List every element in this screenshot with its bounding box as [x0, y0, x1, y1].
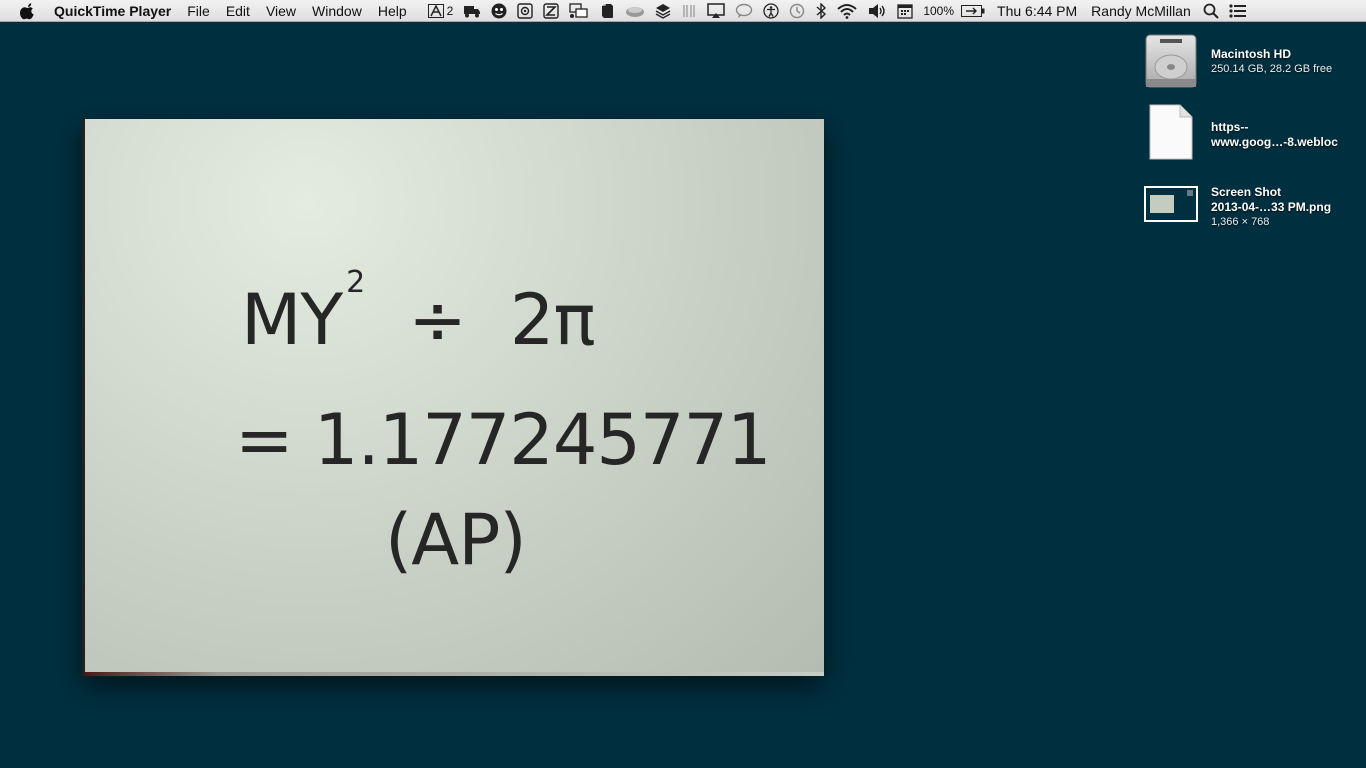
screen-share-icon[interactable] [564, 0, 594, 22]
accessibility-icon[interactable] [758, 0, 784, 22]
formula-divide-sign: ÷ [408, 279, 467, 361]
face-icon[interactable] [486, 0, 512, 22]
formula-result: = 1.177245771 [235, 399, 772, 481]
zap-icon[interactable] [538, 0, 564, 22]
truck-icon[interactable] [458, 0, 486, 22]
volume-icon[interactable] [862, 0, 892, 22]
menu-view[interactable]: View [258, 0, 304, 22]
calendar-icon[interactable] [892, 0, 918, 22]
desktop-item-screenshot[interactable]: Screen Shot 2013-04-…33 PM.png 1,366 × 7… [1144, 185, 1332, 229]
menu-bar-left: QuickTime Player File Edit View Window H… [18, 0, 1252, 22]
menu-help[interactable]: Help [370, 0, 415, 22]
spotlight-search-icon[interactable] [1198, 0, 1224, 22]
menu-window[interactable]: Window [304, 0, 370, 22]
notification-center-icon[interactable] [1224, 0, 1252, 22]
desktop-item-webloc[interactable]: https-- www.goog…-8.webloc [1144, 104, 1338, 160]
formula-line-1: MY 2 ÷ 2π [241, 265, 596, 361]
user-name[interactable]: Randy McMillan [1084, 0, 1198, 22]
desktop-item-name-line2: 2013-04-…33 PM.png [1211, 200, 1332, 214]
menu-edit[interactable]: Edit [218, 0, 258, 22]
desktop-item-name-line1: Screen Shot [1211, 185, 1282, 199]
formula-base: MY [241, 279, 343, 361]
battery-percent[interactable]: 100% [918, 0, 956, 22]
clock[interactable]: Thu 6:44 PM [990, 0, 1084, 22]
formula-abbreviation: (AP) [385, 499, 527, 581]
evernote-icon[interactable] [594, 0, 620, 22]
desktop-item-name-line1: https-- [1211, 120, 1249, 134]
menu-app-name[interactable]: QuickTime Player [54, 0, 179, 22]
menu-bar: QuickTime Player File Edit View Window H… [0, 0, 1366, 22]
document-icon [1144, 104, 1198, 160]
hard-drive-icon [1144, 33, 1198, 89]
battery-icon[interactable] [956, 0, 990, 22]
airplay-icon[interactable] [702, 0, 730, 22]
menu-file[interactable]: File [179, 0, 218, 22]
bluetooth-icon[interactable] [810, 0, 832, 22]
target-box-icon[interactable] [512, 0, 538, 22]
columns-icon[interactable] [676, 0, 702, 22]
apple-menu-icon[interactable] [18, 1, 38, 21]
adobe-icon [427, 4, 444, 18]
formula-exponent: 2 [346, 265, 365, 300]
adobe-count: 2 [446, 4, 454, 18]
desktop-item-detail: 1,366 × 768 [1211, 216, 1270, 228]
speech-bubble-icon[interactable] [730, 0, 758, 22]
image-thumbnail-icon [1144, 186, 1198, 222]
desktop-item-name-line2: www.goog…-8.webloc [1211, 135, 1338, 149]
desktop-item-detail: 250.14 GB, 28.2 GB free [1211, 63, 1333, 75]
desktop-item-name: Macintosh HD [1211, 47, 1292, 61]
desktop-item-macintosh-hd[interactable]: Macintosh HD 250.14 GB, 28.2 GB free [1144, 33, 1332, 89]
quicktime-video-frame[interactable]: MY 2 ÷ 2π = 1.177245771 (AP) [82, 119, 824, 676]
time-machine-icon[interactable] [784, 0, 810, 22]
formula-rhs: 2π [509, 279, 596, 361]
wifi-icon[interactable] [832, 0, 862, 22]
cloud-bowl-icon[interactable] [620, 0, 650, 22]
layers-icon[interactable] [650, 0, 676, 22]
adobe-status-item[interactable]: 2 [423, 0, 459, 22]
